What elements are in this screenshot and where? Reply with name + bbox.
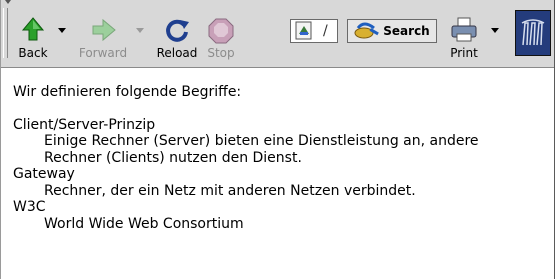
search-button[interactable]: Search [347,19,437,43]
forward-history-dropdown[interactable] [136,28,144,33]
browser-logo[interactable] [515,10,551,56]
print-options-dropdown[interactable] [491,28,499,33]
back-arrow-icon [18,16,48,44]
address-separator: / [323,23,328,39]
definition-term: W3C [13,199,46,215]
toolbar-collapse-handle[interactable] [3,0,13,6]
definition-term: Client/Server-Prinzip [13,116,156,133]
reload-icon [162,16,192,44]
stop-button[interactable]: Stop [204,10,238,60]
browser-window: Back Forward Reload Stop / Search Print … [0,0,555,279]
navigation-toolbar: Back Forward Reload Stop / Search Print [1,0,554,68]
definition-list: Client/Server-Prinzip Einige Rechner (Se… [13,117,553,233]
definition-description: Rechner, der ein Netz mit anderen Netzen… [44,182,416,199]
toolbar-grip[interactable] [3,8,8,58]
definition-description: Einige Rechner (Server) bieten eine Dien… [44,133,479,166]
definition-term: Gateway [13,166,75,182]
reload-button[interactable]: Reload [153,10,201,60]
printer-icon [449,16,479,44]
back-button[interactable]: Back [13,10,53,60]
print-button[interactable]: Print [444,10,484,60]
home-page-icon [293,20,315,42]
search-icon [354,22,380,40]
page-content: Wir definieren folgende Begriffe: Client… [13,84,553,232]
stop-icon [206,16,236,44]
mozilla-logo-icon [521,19,545,46]
definition-description: World Wide Web Consortium [44,215,244,232]
intro-text: Wir definieren folgende Begriffe: [13,84,242,100]
home-location-field[interactable]: / [290,19,338,43]
back-history-dropdown[interactable] [58,28,66,33]
forward-button[interactable]: Forward [73,10,133,60]
forward-arrow-icon [88,16,118,44]
